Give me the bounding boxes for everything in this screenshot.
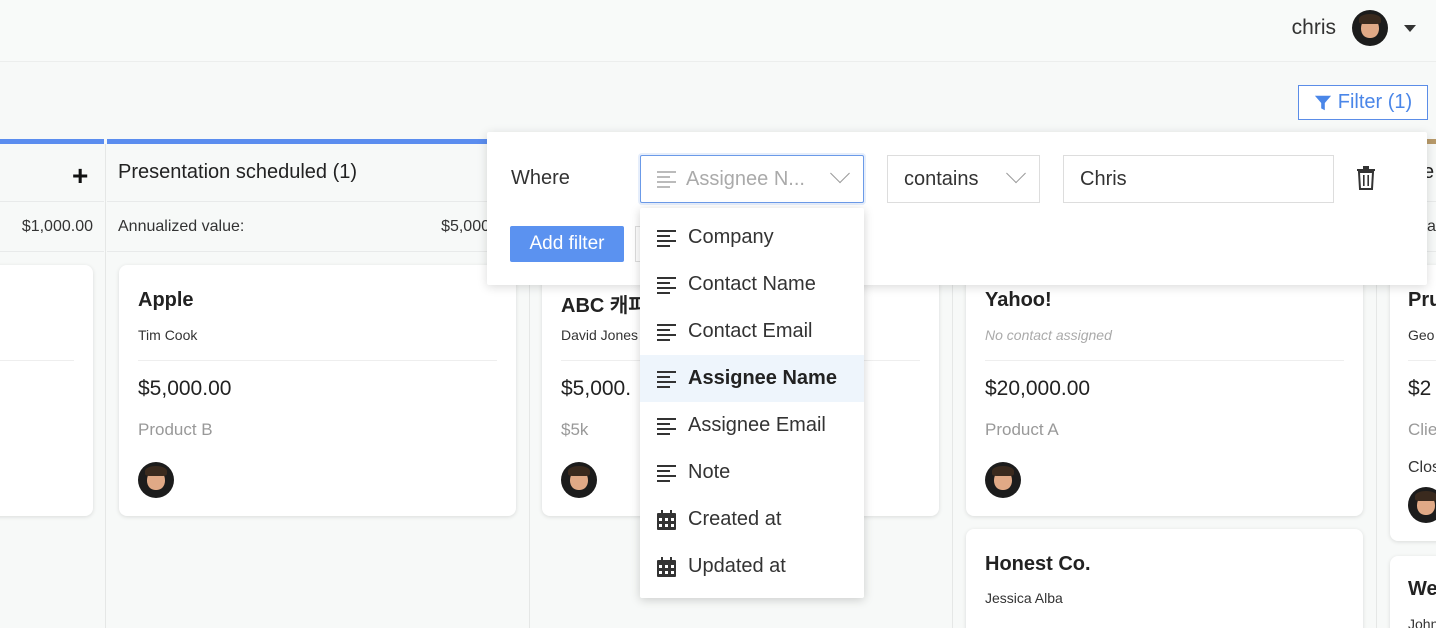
dropdown-option-created-at[interactable]: Created at [640,496,864,543]
option-label: Assignee Email [688,414,826,436]
annualized-label: Annualized value: [118,217,245,235]
text-lines-icon [657,323,676,341]
deal-product: Clie [1408,420,1436,439]
funnel-icon [1314,95,1331,110]
text-lines-icon [657,229,676,247]
annualized-row: a [1427,202,1436,252]
deal-title: Honest Co. [985,553,1091,575]
option-label: Company [688,226,774,248]
deal-value: $5,000. [561,377,632,400]
chevron-down-icon [830,163,850,184]
deal-card[interactable]: Yahoo! No contact assigned $20,000.00 Pr… [966,265,1363,516]
add-filter-button[interactable]: Add filter [510,226,624,262]
deal-value: $2 [1408,377,1432,400]
filter-field-select[interactable]: Assignee N... [640,155,864,203]
annualized-value: $1,000.00 [21,217,93,235]
text-lines-icon [657,370,676,388]
deal-title: Yahoo! [985,289,1052,311]
top-bar: chris [0,0,1436,62]
annualized-label: a [1427,217,1436,235]
card-separator [1408,360,1436,361]
dropdown-option-assignee-name[interactable]: Assignee Name [640,355,864,402]
calendar-icon [657,556,676,577]
filter-value-input[interactable] [1063,155,1334,203]
assignee-avatar [561,462,597,498]
option-label: Updated at [688,555,786,577]
field-dropdown: Company Contact Name Contact Email Assig… [640,208,864,598]
deal-product: Product B [138,420,213,439]
dropdown-option-company[interactable]: Company [640,214,864,261]
option-label: Contact Email [688,320,813,342]
annualized-value: $5,000 [441,217,490,235]
where-label: Where [511,167,570,189]
card-separator [985,360,1344,361]
trash-icon[interactable] [1355,166,1377,190]
card-separator [138,360,497,361]
filter-operator-select[interactable]: contains [887,155,1040,203]
option-label: Assignee Name [688,367,837,389]
column-header [0,144,104,202]
filter-button-label: Filter (1) [1337,91,1413,113]
deal-contact: Tim Cook [138,327,198,343]
add-deal-icon[interactable]: + [72,160,88,192]
column-divider [105,144,106,628]
deal-title: We [1408,578,1436,600]
deal-contact: Geo [1408,327,1435,343]
deal-card[interactable]: Honest Co. Jessica Alba [966,529,1363,628]
deal-card[interactable]: Apple Tim Cook $5,000.00 Product B [119,265,516,516]
filter-operator-value: contains [904,167,979,190]
user-avatar [1352,10,1388,46]
column-title: Presentation scheduled (1) [118,161,358,183]
card-separator [0,360,74,361]
text-lines-icon [657,417,676,435]
dropdown-option-assignee-email[interactable]: Assignee Email [640,402,864,449]
caret-down-icon[interactable] [1404,24,1416,32]
deal-contact: John [1408,616,1436,628]
dropdown-option-contact-name[interactable]: Contact Name [640,261,864,308]
deal-contact: No contact assigned [985,327,1112,343]
deal-card[interactable]: Pru Geo $2 Clie Clos [1390,265,1436,541]
deal-title: Apple [138,289,194,311]
deal-title: ABC 캐피 [561,295,647,317]
assignee-avatar [138,462,174,498]
filter-panel: Where Assignee N... contains Add filter [487,132,1427,285]
deal-value: $5,000.00 [138,377,232,400]
user-menu[interactable]: chris [1292,10,1416,46]
deal-value: $20,000.00 [985,377,1091,400]
deal-contact: David Jones [561,327,639,343]
dropdown-option-updated-at[interactable]: Updated at [640,543,864,590]
dropdown-option-contact-email[interactable]: Contact Email [640,308,864,355]
deal-title: Pru [1408,289,1436,311]
chevron-down-icon [1006,163,1026,184]
annualized-row: Annualized value: $5,000 [107,202,490,252]
calendar-icon [657,509,676,530]
option-label: Created at [688,508,782,530]
filter-button[interactable]: Filter (1) [1298,85,1428,120]
deal-note: Clos [1408,459,1436,476]
dropdown-option-note[interactable]: Note [640,449,864,496]
deal-product: Product A [985,420,1059,439]
assignee-avatar [985,462,1021,498]
text-lines-icon [657,171,676,188]
filter-field-value: Assignee N... [686,167,805,190]
text-lines-icon [657,464,676,482]
deal-card[interactable] [0,265,93,516]
user-name: chris [1291,16,1336,39]
option-label: Note [688,461,731,483]
column-header: Presentation scheduled (1) [107,144,490,202]
deal-card[interactable]: We John [1390,556,1436,628]
option-label: Contact Name [688,273,816,295]
text-lines-icon [657,276,676,294]
deal-contact: Jessica Alba [985,590,1063,606]
deal-product: $5k [561,420,589,439]
assignee-avatar [1408,487,1436,523]
annualized-row: $1,000.00 [0,202,104,252]
